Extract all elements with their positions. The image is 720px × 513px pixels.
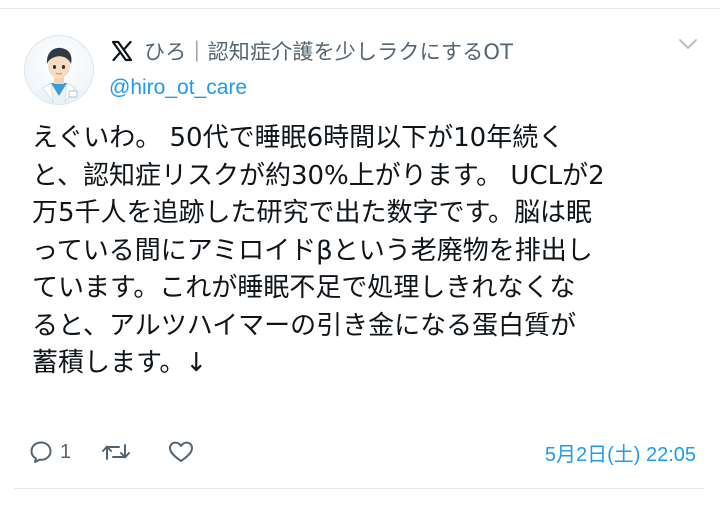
x-logo-icon	[111, 40, 133, 62]
avatar-illustration	[33, 47, 85, 104]
heart-icon	[169, 441, 194, 462]
tweet-text-line: 万5千人を追跡した研究で出た数字です。脳は眠	[32, 198, 592, 228]
avatar[interactable]	[24, 35, 94, 105]
tweet-text-line: っている間にアミロイドβという老廃物を排出し	[32, 235, 593, 266]
display-name[interactable]: ひろ｜認知症介護を少しラクにするOT	[144, 36, 513, 66]
tweet-text-line: えぐいわ。 50代で睡眠6時間以下が10年続く	[32, 123, 565, 153]
retweet-icon	[102, 444, 131, 460]
tweet-timestamp[interactable]: 5月2日(土) 22:05	[545, 438, 696, 467]
action-bar: 1	[28, 436, 195, 468]
tweet-text-line: ると、アルツハイマーの引き金になる蛋白質が	[32, 310, 577, 341]
author-line: ひろ｜認知症介護を少しラクにするOT	[110, 36, 513, 66]
retweet-button[interactable]	[101, 439, 131, 465]
tweet-text: えぐいわ。 50代で睡眠6時間以下が10年続く と、認知症リスクが約30%上がり…	[32, 120, 692, 383]
like-button[interactable]	[167, 439, 195, 465]
reply-count: 1	[60, 440, 72, 463]
tweet-card: ひろ｜認知症介護を少しラクにするOT @hiro_ot_care えぐいわ。 5…	[0, 0, 720, 513]
tweet-text-line: と、認知症リスクが約30%上がります。 UCLが2	[32, 160, 605, 191]
chevron-down-icon[interactable]	[676, 34, 700, 54]
user-handle[interactable]: @hiro_ot_care	[109, 76, 247, 100]
tweet-text-line: 蓄積します。↓	[32, 348, 208, 378]
reply-button[interactable]: 1	[28, 439, 71, 465]
tweet-text-line: ています。これが睡眠不足で処理しきれなくな	[32, 273, 576, 303]
reply-icon	[30, 441, 52, 463]
top-divider	[0, 8, 720, 9]
bottom-divider	[14, 488, 704, 489]
